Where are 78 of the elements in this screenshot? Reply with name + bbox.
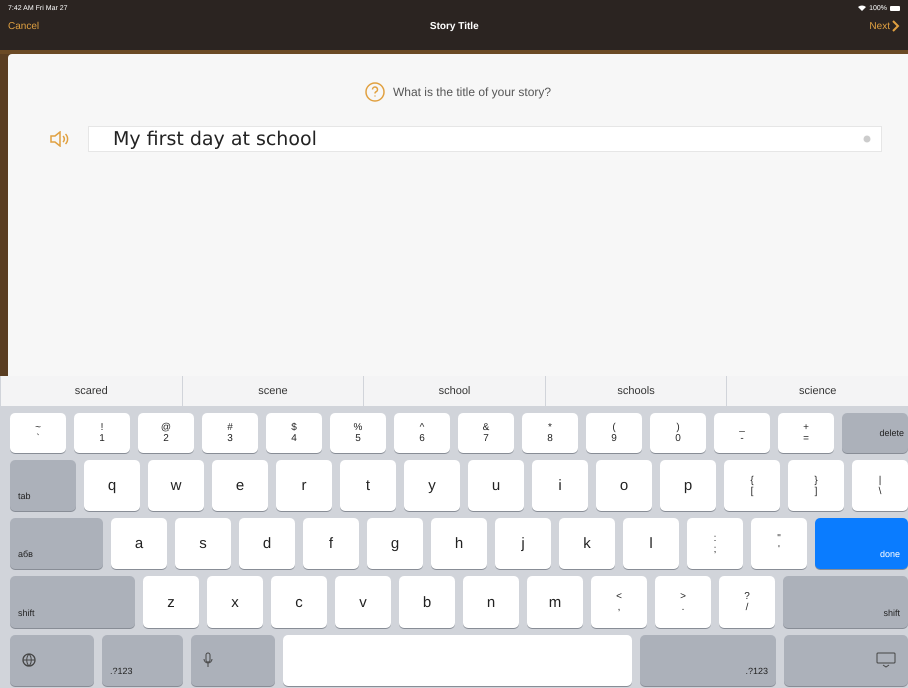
globe-icon xyxy=(22,653,36,668)
key[interactable]: j xyxy=(495,518,551,570)
key[interactable]: ) 0 xyxy=(650,413,706,453)
key[interactable]: d xyxy=(239,518,295,570)
done-key[interactable]: done xyxy=(815,518,908,570)
key[interactable]: : ; xyxy=(687,518,743,570)
key[interactable]: h xyxy=(431,518,487,570)
key[interactable]: @ 2 xyxy=(138,413,194,453)
key[interactable]: e xyxy=(212,460,268,512)
key[interactable]: t xyxy=(340,460,396,512)
key[interactable]: a xyxy=(111,518,167,570)
key[interactable]: x xyxy=(207,576,263,628)
help-icon[interactable] xyxy=(364,82,385,102)
key[interactable]: shift xyxy=(783,576,908,628)
key[interactable]: c xyxy=(271,576,327,628)
prompt-text: What is the title of your story? xyxy=(392,85,552,99)
key[interactable]: z xyxy=(143,576,199,628)
key[interactable]: # 3 xyxy=(202,413,258,453)
key[interactable]: p xyxy=(660,460,716,512)
key[interactable]: r xyxy=(276,460,332,512)
key[interactable]: ( 9 xyxy=(586,413,642,453)
key[interactable]: shift xyxy=(10,576,135,628)
suggestion[interactable]: school xyxy=(363,376,545,406)
key[interactable]: ? / xyxy=(719,576,775,628)
key[interactable]: % 5 xyxy=(330,413,386,453)
key[interactable]: _ - xyxy=(714,413,770,453)
hide-keyboard-key[interactable] xyxy=(784,634,908,686)
key[interactable]: m xyxy=(527,576,583,628)
chevron-right-icon xyxy=(892,20,900,32)
key[interactable]: tab xyxy=(10,460,76,512)
key[interactable]: } ] xyxy=(788,460,844,512)
suggestion[interactable]: scared xyxy=(0,376,182,406)
key[interactable]: + = xyxy=(778,413,834,453)
speaker-icon[interactable] xyxy=(50,131,70,147)
key[interactable]: " ' xyxy=(751,518,807,570)
key[interactable]: .?123 xyxy=(102,634,183,686)
battery-icon xyxy=(890,6,900,10)
key[interactable]: f xyxy=(303,518,359,570)
key[interactable]: ~ ` xyxy=(10,413,66,453)
cancel-button[interactable]: Cancel xyxy=(8,20,40,32)
key[interactable]: | \ xyxy=(852,460,908,512)
clear-icon[interactable] xyxy=(863,135,871,143)
next-button[interactable]: Next xyxy=(869,20,900,32)
key[interactable]: { [ xyxy=(724,460,780,512)
key[interactable]: $ 4 xyxy=(266,413,322,453)
globe-key[interactable] xyxy=(10,634,94,686)
suggestion[interactable]: science xyxy=(726,376,908,406)
key[interactable]: n xyxy=(463,576,519,628)
suggestion[interactable]: schools xyxy=(544,376,726,406)
key[interactable]: g xyxy=(367,518,423,570)
key[interactable]: i xyxy=(532,460,588,512)
key[interactable]: v xyxy=(335,576,391,628)
key[interactable]: y xyxy=(404,460,460,512)
key[interactable]: delete xyxy=(842,413,908,453)
wifi-icon xyxy=(858,5,866,11)
key[interactable]: & 7 xyxy=(458,413,514,453)
suggestion[interactable]: scene xyxy=(182,376,364,406)
key[interactable]: o xyxy=(596,460,652,512)
key[interactable]: ^ 6 xyxy=(394,413,450,453)
microphone-icon xyxy=(203,652,213,668)
key[interactable]: * 8 xyxy=(522,413,578,453)
space-bar[interactable] xyxy=(283,634,632,686)
key[interactable]: w xyxy=(148,460,204,512)
key[interactable]: ! 1 xyxy=(74,413,130,453)
keyboard-icon xyxy=(876,652,896,668)
key[interactable]: s xyxy=(175,518,231,570)
key[interactable]: l xyxy=(623,518,679,570)
key[interactable]: k xyxy=(559,518,615,570)
key[interactable]: .?123 xyxy=(640,634,776,686)
key[interactable]: aбв xyxy=(10,518,103,570)
key[interactable]: b xyxy=(399,576,455,628)
key[interactable]: > . xyxy=(655,576,711,628)
key[interactable]: q xyxy=(84,460,140,512)
key[interactable]: < , xyxy=(591,576,647,628)
screen-title: Story Title xyxy=(430,20,479,32)
key[interactable]: u xyxy=(468,460,524,512)
title-input-field[interactable]: My first day at school xyxy=(88,126,882,152)
microphone-key[interactable] xyxy=(191,634,275,686)
